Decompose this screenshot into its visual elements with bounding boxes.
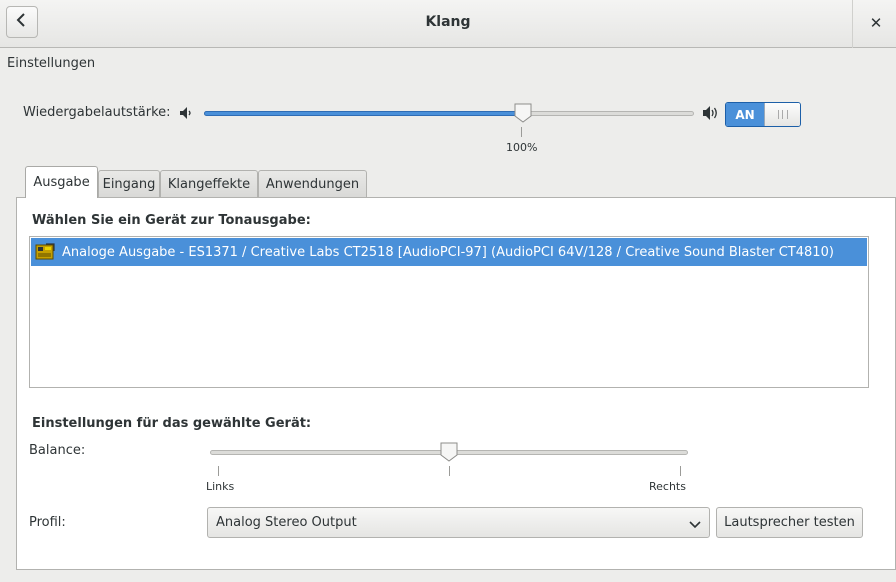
- volume-mark-label: 100%: [506, 141, 538, 154]
- speaker-high-icon: [702, 105, 720, 125]
- tab-anwendungen[interactable]: Anwendungen: [258, 170, 367, 197]
- volume-mark-tick: [521, 127, 522, 137]
- close-icon: ✕: [869, 14, 883, 32]
- switch-on-label: AN: [726, 103, 764, 126]
- balance-slider-handle[interactable]: [440, 442, 458, 462]
- device-settings-heading: Einstellungen für das gewählte Gerät:: [32, 416, 312, 431]
- close-button[interactable]: ✕: [860, 8, 892, 38]
- device-heading: Wählen Sie ein Gerät zur Tonausgabe:: [32, 213, 311, 228]
- mute-switch[interactable]: AN: [725, 102, 801, 127]
- volume-slider-fill: [204, 111, 523, 116]
- list-item[interactable]: Analoge Ausgabe - ES1371 / Creative Labs…: [31, 238, 867, 266]
- balance-right-label: Rechts: [649, 480, 686, 493]
- device-label: Analoge Ausgabe - ES1371 / Creative Labs…: [62, 244, 834, 260]
- window-title: Klang: [425, 14, 471, 30]
- balance-label: Balance:: [29, 443, 86, 458]
- tab-ausgabe[interactable]: Ausgabe: [25, 166, 98, 198]
- sound-card-icon: [34, 242, 56, 262]
- section-label: Einstellungen: [7, 56, 96, 71]
- profile-label: Profil:: [29, 515, 66, 530]
- header-bar: Klang ✕: [0, 0, 896, 48]
- speaker-low-icon: [179, 106, 193, 124]
- profile-value: Analog Stereo Output: [216, 515, 357, 530]
- chevron-down-icon: [689, 518, 701, 533]
- tab-eingang[interactable]: Eingang: [98, 170, 160, 197]
- device-list[interactable]: Analoge Ausgabe - ES1371 / Creative Labs…: [29, 236, 869, 388]
- tab-klangeffekte[interactable]: Klangeffekte: [160, 170, 258, 197]
- balance-tick-center: [449, 466, 450, 476]
- switch-handle[interactable]: [764, 103, 800, 126]
- volume-label: Wiedergabelautstärke:: [23, 105, 171, 120]
- test-speakers-button[interactable]: Lautsprecher testen: [716, 507, 863, 538]
- profile-combobox[interactable]: Analog Stereo Output: [207, 507, 710, 538]
- title-separator: [852, 0, 853, 48]
- balance-tick-left: [218, 466, 219, 476]
- volume-slider-handle[interactable]: [514, 103, 532, 123]
- balance-left-label: Links: [206, 480, 235, 493]
- balance-tick-right: [680, 466, 681, 476]
